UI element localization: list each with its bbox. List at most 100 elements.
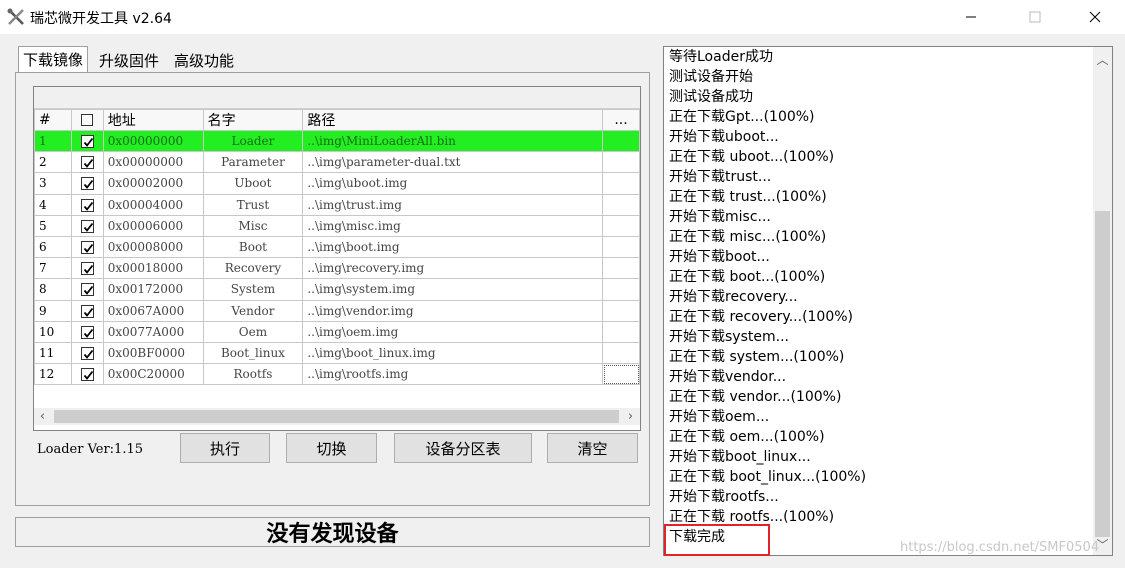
table-row[interactable]: 1 0x00000000 Loader ..\img\MiniLoaderAll.bi… — [34, 129, 640, 153]
row-checkbox[interactable] — [80, 262, 94, 276]
row-browse-cell[interactable] — [602, 299, 640, 322]
row-path[interactable]: ..\img\uboot.img — [302, 172, 604, 195]
row-browse-cell[interactable] — [602, 235, 640, 259]
tab-download-image[interactable]: 下载镜像 — [18, 46, 89, 72]
row-checkbox[interactable] — [80, 156, 94, 170]
row-path[interactable]: ..\img\misc.img — [302, 214, 604, 237]
checkmark-icon — [83, 265, 93, 275]
row-number: 6 — [34, 235, 72, 259]
row-path[interactable]: ..\img\trust.img — [302, 193, 604, 216]
row-checkbox-cell[interactable] — [70, 172, 104, 195]
row-checkbox[interactable] — [80, 241, 94, 255]
log-line: 开始下载recovery... — [669, 289, 798, 305]
table-row[interactable]: 7 0x00018000 Recovery ..\img\recovery.img — [34, 257, 640, 280]
row-number: 1 — [34, 129, 72, 153]
partition-grid: # 地址 名字 路径 ... 1 0x00000000 Loader ..\img\M… — [34, 109, 640, 386]
execute-button[interactable]: 执行 — [180, 433, 270, 463]
row-browse-cell[interactable] — [602, 172, 640, 195]
clear-button[interactable]: 清空 — [547, 433, 638, 463]
row-path[interactable]: ..\img\rootfs.img — [302, 363, 604, 386]
row-checkbox[interactable] — [80, 368, 94, 382]
table-row[interactable]: 2 0x00000000 Parameter ..\img\parameter-dua… — [34, 151, 640, 174]
row-browse-cell[interactable] — [602, 193, 640, 216]
tab-upgrade-firmware[interactable]: 升级固件 — [95, 48, 163, 72]
log-line: 等待Loader成功 — [669, 49, 773, 65]
header-select-all[interactable] — [70, 109, 104, 131]
log-line: 开始下载boot... — [669, 249, 770, 265]
row-checkbox[interactable] — [80, 346, 94, 360]
switch-button[interactable]: 切换 — [286, 433, 377, 463]
table-row[interactable]: 6 0x00008000 Boot ..\img\boot.img — [34, 235, 640, 259]
scroll-left-icon[interactable]: ‹ — [34, 408, 51, 425]
minimize-button[interactable] — [948, 0, 994, 34]
table-row[interactable]: 9 0x0067A000 Vendor ..\img\vendor.img — [34, 299, 640, 322]
table-row[interactable]: 8 0x00172000 System ..\img\system.img — [34, 278, 640, 301]
table-header-row: # 地址 名字 路径 ... — [34, 109, 640, 131]
row-browse-cell[interactable] — [602, 257, 640, 280]
status-text: 没有发现设备 — [266, 521, 399, 547]
log-panel[interactable]: 等待Loader成功 测试设备开始 测试设备成功 正在下载Gpt...(100%) 开始… — [663, 46, 1113, 556]
horizontal-scrollbar[interactable]: ‹ › — [34, 408, 640, 425]
row-browse-cell[interactable] — [602, 320, 640, 343]
row-path[interactable]: ..\img\boot_linux.img — [302, 341, 604, 365]
row-checkbox[interactable] — [80, 283, 94, 297]
row-path[interactable]: ..\img\parameter-dual.txt — [302, 151, 604, 174]
row-address: 0x00018000 — [102, 257, 204, 280]
row-browse-cell[interactable] — [602, 278, 640, 301]
row-path[interactable]: ..\img\MiniLoaderAll.bin — [302, 129, 604, 153]
scroll-right-icon[interactable]: › — [622, 408, 639, 425]
checkmark-icon — [83, 201, 93, 211]
table-row[interactable]: 11 0x00BF0000 Boot_linux ..\img\boot_linux.… — [34, 341, 640, 365]
row-name: System — [202, 278, 304, 301]
row-checkbox[interactable] — [80, 304, 94, 318]
row-checkbox-cell[interactable] — [70, 214, 104, 237]
row-browse-cell[interactable] — [602, 129, 640, 153]
row-checkbox-cell[interactable] — [70, 235, 104, 259]
row-checkbox-cell[interactable] — [70, 341, 104, 365]
row-browse-cell[interactable] — [602, 214, 640, 237]
row-checkbox-cell[interactable] — [70, 151, 104, 174]
row-address: 0x00BF0000 — [102, 341, 204, 365]
select-all-checkbox[interactable] — [81, 114, 94, 126]
maximize-button[interactable] — [1012, 0, 1058, 34]
row-browse-cell[interactable] — [602, 341, 640, 365]
partition-table-button[interactable]: 设备分区表 — [394, 433, 532, 463]
close-button[interactable] — [1072, 0, 1118, 34]
row-checkbox[interactable] — [80, 198, 94, 212]
log-line: 正在下载 misc...(100%) — [669, 229, 827, 245]
table-row[interactable]: 12 0x00C20000 Rootfs ..\img\rootfs.img — [34, 363, 640, 386]
header-more: ... — [602, 109, 640, 131]
checkmark-icon — [83, 307, 93, 317]
horizontal-scroll-thumb[interactable] — [54, 410, 619, 423]
row-checkbox-cell[interactable] — [70, 129, 104, 153]
tab-advanced-functions[interactable]: 高级功能 — [170, 48, 238, 72]
row-path[interactable]: ..\img\system.img — [302, 278, 604, 301]
table-row[interactable]: 4 0x00004000 Trust ..\img\trust.img — [34, 193, 640, 216]
row-checkbox[interactable] — [80, 135, 94, 149]
row-checkbox-cell[interactable] — [70, 320, 104, 343]
row-address: 0x00002000 — [102, 172, 204, 195]
row-path[interactable]: ..\img\boot.img — [302, 235, 604, 259]
row-checkbox[interactable] — [80, 325, 94, 339]
row-checkbox-cell[interactable] — [70, 278, 104, 301]
row-path[interactable]: ..\img\vendor.img — [302, 299, 604, 322]
table-row[interactable]: 5 0x00006000 Misc ..\img\misc.img — [34, 214, 640, 237]
row-checkbox-cell[interactable] — [70, 363, 104, 386]
row-checkbox-cell[interactable] — [70, 299, 104, 322]
row-checkbox-cell[interactable] — [70, 193, 104, 216]
image-table: # 地址 名字 路径 ... 1 0x00000000 Loader ..\img\M… — [33, 86, 641, 431]
vertical-scrollbar[interactable]: ︿ ﹀ — [1093, 47, 1112, 555]
log-line: 开始下载system... — [669, 329, 789, 345]
row-checkbox-cell[interactable] — [70, 257, 104, 280]
row-path[interactable]: ..\img\oem.img — [302, 320, 604, 343]
vertical-scroll-thumb[interactable] — [1095, 211, 1110, 537]
row-browse-cell[interactable] — [602, 363, 640, 386]
header-address: 地址 — [102, 109, 204, 131]
scroll-up-icon[interactable]: ︿ — [1093, 52, 1112, 69]
table-row[interactable]: 3 0x00002000 Uboot ..\img\uboot.img — [34, 172, 640, 195]
row-checkbox[interactable] — [80, 177, 94, 191]
row-browse-cell[interactable] — [602, 151, 640, 174]
row-path[interactable]: ..\img\recovery.img — [302, 257, 604, 280]
row-checkbox[interactable] — [80, 219, 94, 233]
table-row[interactable]: 10 0x0077A000 Oem ..\img\oem.img — [34, 320, 640, 343]
